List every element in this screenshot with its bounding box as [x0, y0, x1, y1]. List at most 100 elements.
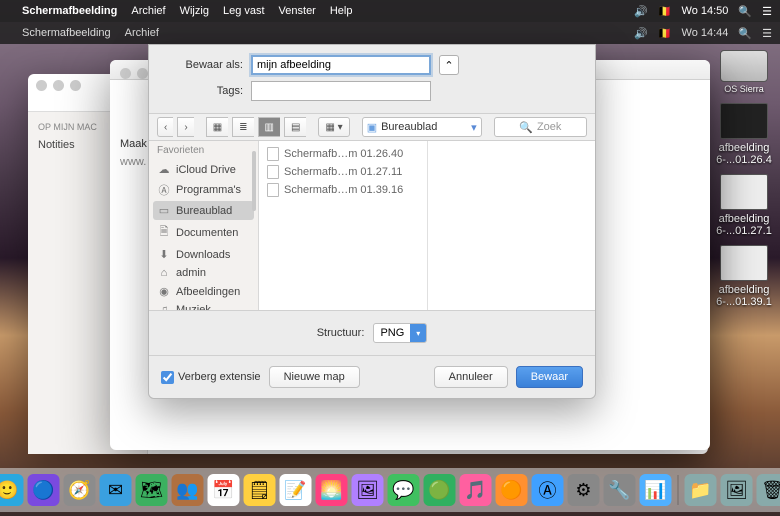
flag-icon[interactable]: 🇧🇪 — [658, 5, 672, 18]
notification-center-icon[interactable]: ☰ — [762, 5, 772, 18]
sidebar-item[interactable]: ♫ Muziek — [149, 301, 258, 310]
dock-item[interactable]: 🎵 — [460, 474, 492, 506]
tags-label: Tags: — [163, 85, 251, 97]
dock-item[interactable]: 📁 — [685, 474, 717, 506]
save-sheet: Bewaar als: ⌃ Tags: ‹ › ▦ ≣ ▥ ▤ ▦ ▾ ▣ Bu… — [148, 44, 596, 399]
file-icon — [267, 183, 279, 197]
sidebar-item-label: admin — [176, 267, 206, 279]
desktop-file[interactable]: afbeelding6-...01.39.1 — [714, 245, 774, 308]
file-column-empty — [428, 141, 596, 310]
location-picker[interactable]: ▣ Bureaublad ▾ — [362, 117, 482, 137]
sidebar-item-label: Bureaublad — [176, 205, 232, 217]
menu-wijzig[interactable]: Wijzig — [180, 5, 209, 17]
sidebar-item-label: Muziek — [176, 304, 211, 310]
file-name: Schermafb…m 01.27.11 — [284, 166, 402, 178]
new-folder-button[interactable]: Nieuwe map — [269, 366, 360, 388]
format-label: Structuur: — [317, 327, 365, 339]
save-as-label: Bewaar als: — [163, 59, 251, 71]
arrange-button[interactable]: ▦ ▾ — [318, 117, 349, 137]
hide-extension-checkbox[interactable]: Verberg extensie — [161, 371, 261, 384]
desktop-file[interactable]: afbeelding6-...01.26.4 — [714, 103, 774, 166]
view-gallery-button[interactable]: ▤ — [284, 117, 306, 137]
dock-item[interactable]: 📅 — [208, 474, 240, 506]
menu-legvast[interactable]: Leg vast — [223, 5, 265, 17]
dock-item[interactable]: 💬 — [388, 474, 420, 506]
sidebar-item-label: iCloud Drive — [176, 164, 236, 176]
dock-item[interactable]: 🌅 — [316, 474, 348, 506]
dock-item[interactable]: ⚙︎ — [568, 474, 600, 506]
drive-icon[interactable]: OS Sierra — [714, 50, 774, 95]
file-name: Schermafb…m 01.26.40 — [284, 148, 403, 160]
sidebar-item-icon: ◉ — [157, 285, 171, 298]
file-column: Schermafb…m 01.26.40 Schermafb…m 01.27.11… — [259, 141, 428, 310]
dock-item[interactable]: 🙂 — [0, 474, 24, 506]
dock-item[interactable]: 👥 — [172, 474, 204, 506]
dock-item[interactable]: 🔧 — [604, 474, 636, 506]
tags-input[interactable] — [251, 81, 431, 101]
dock-item[interactable]: Ⓐ — [532, 474, 564, 506]
volume-icon[interactable]: 🔊 — [634, 5, 648, 18]
menubar-outer: Schermafbeelding Archief Wijzig Leg vast… — [0, 0, 780, 22]
dock-separator — [678, 475, 679, 505]
dock-item[interactable]: 🧭 — [64, 474, 96, 506]
desktop-file[interactable]: afbeelding6-...01.27.1 — [714, 174, 774, 237]
notification-center-icon-inner: ☰ — [762, 27, 772, 40]
dock-item[interactable]: 🗺 — [136, 474, 168, 506]
save-button[interactable]: Bewaar — [516, 366, 583, 388]
menu-venster[interactable]: Venster — [279, 5, 316, 17]
sidebar-heading: Favorieten — [149, 141, 258, 160]
menu-archief[interactable]: Archief — [131, 5, 165, 17]
nav-back-button[interactable]: ‹ — [157, 117, 173, 137]
app-name[interactable]: Schermafbeelding — [22, 5, 117, 17]
format-select[interactable]: PNG ▾ — [373, 323, 427, 343]
app-name-inner: Schermafbeelding — [22, 27, 111, 39]
sidebar-item[interactable]: ⌂admin — [149, 264, 258, 282]
dock-item[interactable]: 🖼 — [721, 474, 753, 506]
dock-item[interactable]: 🗑 — [757, 474, 780, 506]
nav-forward-button[interactable]: › — [177, 117, 193, 137]
sidebar-item[interactable]: ⬇Downloads — [149, 245, 258, 264]
view-column-button[interactable]: ▥ — [258, 117, 280, 137]
sidebar-item-icon: Ⓐ — [157, 182, 171, 198]
cancel-button[interactable]: Annuleer — [434, 366, 508, 388]
spotlight-icon-inner: 🔍 — [738, 27, 752, 40]
file-name: Schermafb…m 01.39.16 — [284, 184, 403, 196]
dock-item[interactable]: 📊 — [640, 474, 672, 506]
desktop-icons: OS Sierra afbeelding6-...01.26.4 afbeeld… — [714, 50, 774, 316]
dock-item[interactable]: 🔵 — [28, 474, 60, 506]
sidebar-item-icon: ☁︎ — [157, 163, 171, 176]
sidebar-item[interactable]: 🗎Documenten — [149, 220, 258, 245]
dock: 🙂🔵🧭✉︎🗺👥📅🗒📝🌅🖼💬🟢🎵🟠Ⓐ⚙︎🔧📊📁🖼🗑 — [0, 468, 780, 512]
save-as-input[interactable] — [251, 55, 431, 75]
sidebar-item-label: Downloads — [176, 249, 230, 261]
dock-item[interactable]: 🖼 — [352, 474, 384, 506]
sidebar-item[interactable]: ☁︎ iCloud Drive — [149, 160, 258, 179]
chevron-up-icon: ⌃ — [444, 59, 453, 72]
collapse-button[interactable]: ⌃ — [439, 55, 459, 75]
sidebar-item-icon: ♫ — [157, 304, 171, 310]
file-item[interactable]: Schermafb…m 01.26.40 — [259, 145, 427, 163]
sidebar-item-label: Documenten — [176, 227, 238, 239]
dock-item[interactable]: ✉︎ — [100, 474, 132, 506]
dock-item[interactable]: 📝 — [280, 474, 312, 506]
menu-help[interactable]: Help — [330, 5, 353, 17]
sheet-search[interactable]: 🔍Zoek — [494, 117, 587, 137]
flag-icon-inner: 🇧🇪 — [658, 27, 672, 40]
sheet-toolbar: ‹ › ▦ ≣ ▥ ▤ ▦ ▾ ▣ Bureaublad ▾ 🔍Zoek — [149, 113, 595, 141]
clock-inner: Wo 14:44 — [682, 27, 729, 39]
sidebar-item[interactable]: ◉Afbeeldingen — [149, 282, 258, 301]
sidebar-item[interactable]: ⒶProgramma's — [149, 179, 258, 201]
folder-icon: ▣ — [367, 121, 377, 134]
search-icon: 🔍 — [519, 121, 533, 134]
dock-item[interactable]: 🟠 — [496, 474, 528, 506]
sidebar-item[interactable]: ▭Bureaublad — [153, 201, 254, 220]
file-item[interactable]: Schermafb…m 01.27.11 — [259, 163, 427, 181]
file-item[interactable]: Schermafb…m 01.39.16 — [259, 181, 427, 199]
view-icon-button[interactable]: ▦ — [206, 117, 228, 137]
dock-item[interactable]: 🗒 — [244, 474, 276, 506]
menubar-inner: Schermafbeelding Archief 🔊 🇧🇪 Wo 14:44 🔍… — [0, 22, 780, 44]
clock[interactable]: Wo 14:50 — [682, 5, 729, 17]
spotlight-icon[interactable]: 🔍 — [738, 5, 752, 18]
view-list-button[interactable]: ≣ — [232, 117, 253, 137]
dock-item[interactable]: 🟢 — [424, 474, 456, 506]
